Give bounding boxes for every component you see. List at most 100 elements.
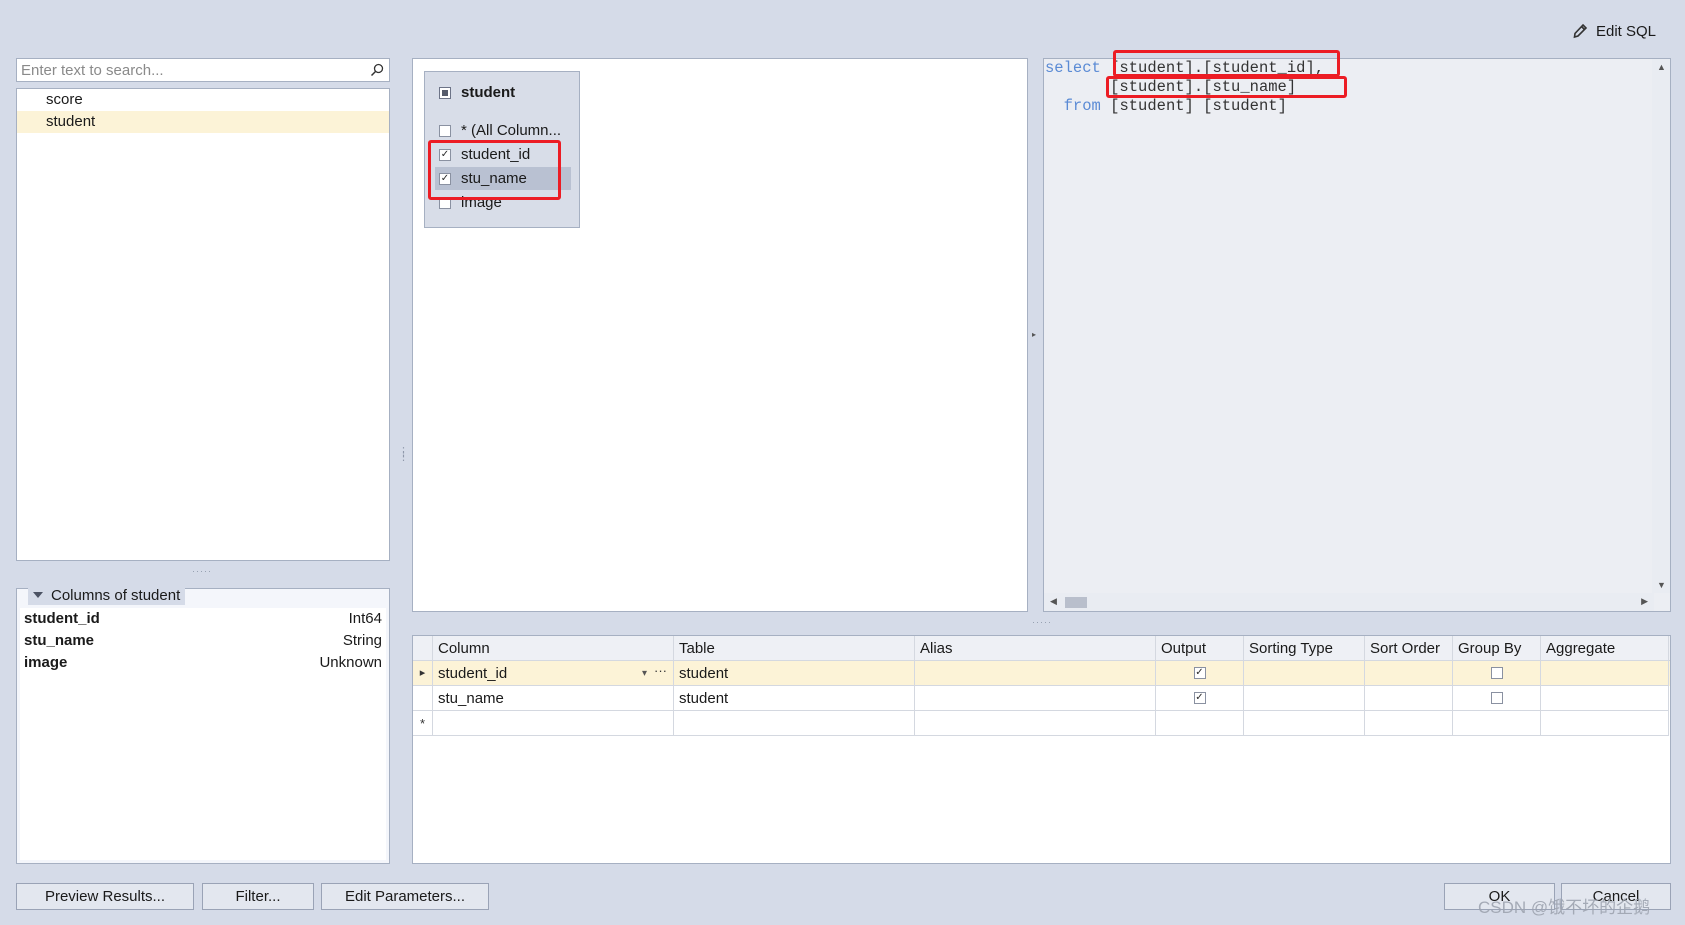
columns-grid: Column Table Alias Output Sorting Type S… xyxy=(412,635,1671,864)
output-checkbox[interactable]: ✓ xyxy=(1193,667,1206,679)
grid-cell-sorting-type[interactable] xyxy=(1244,686,1365,711)
columns-group-title: Columns of student xyxy=(51,586,181,604)
table-card-student[interactable]: student * (All Column... ✓ student_id ✓ … xyxy=(424,71,580,228)
edit-sql-link[interactable]: Edit SQL xyxy=(1572,20,1656,42)
table-list-item-student[interactable]: student xyxy=(17,111,389,133)
sql-text[interactable]: select [student].[student_id], [student]… xyxy=(1045,59,1324,116)
search-box[interactable] xyxy=(16,58,390,82)
grid-header-cell[interactable]: Table xyxy=(674,636,915,661)
scroll-thumb[interactable] xyxy=(1065,597,1087,608)
table-row[interactable]: stu_name student ✓ xyxy=(413,686,1670,711)
grid-cell-sort-order[interactable] xyxy=(1365,711,1453,736)
grid-cell-group-by[interactable] xyxy=(1453,686,1541,711)
column-row[interactable]: student_id Int64 xyxy=(20,608,386,630)
grid-cell-output[interactable]: ✓ xyxy=(1156,661,1244,686)
field-checkbox[interactable] xyxy=(439,196,451,209)
grid-cell-output[interactable]: ✓ xyxy=(1156,686,1244,711)
grid-header-row: Column Table Alias Output Sorting Type S… xyxy=(413,636,1670,661)
columns-list: student_id Int64 stu_name String image U… xyxy=(20,608,386,860)
grid-header-cell[interactable]: Column xyxy=(433,636,674,661)
row-indicator: ▸ xyxy=(413,661,433,686)
column-name: stu_name xyxy=(24,632,95,649)
grid-cell-column[interactable] xyxy=(433,711,674,736)
collapse-arrow-icon[interactable]: ▸ xyxy=(1032,330,1036,339)
horizontal-splitter-grip[interactable]: ····· xyxy=(192,566,212,576)
grid-header-cell[interactable]: Aggregate xyxy=(1541,636,1669,661)
ellipsis-button[interactable]: ··· xyxy=(654,661,667,683)
field-row-student-id[interactable]: ✓ student_id xyxy=(435,143,571,166)
sql-text-pane[interactable]: select [student].[student_id], [student]… xyxy=(1043,58,1671,612)
output-checkbox[interactable]: ✓ xyxy=(1193,692,1206,704)
row-indicator-header xyxy=(413,636,433,661)
grid-cell-table[interactable]: student xyxy=(674,661,915,686)
group-by-checkbox[interactable] xyxy=(1490,667,1503,679)
field-checkbox[interactable]: ✓ xyxy=(439,172,451,185)
sql-horizontal-scrollbar[interactable]: ◀ ▶ xyxy=(1044,593,1654,611)
field-checkbox[interactable]: ✓ xyxy=(439,148,451,161)
grid-cell-output[interactable] xyxy=(1156,711,1244,736)
field-checkbox[interactable] xyxy=(439,124,451,137)
grid-cell-sorting-type[interactable] xyxy=(1244,711,1365,736)
search-input[interactable] xyxy=(17,59,357,81)
grid-cell-sorting-type[interactable] xyxy=(1244,661,1365,686)
column-row[interactable]: image Unknown xyxy=(20,652,386,674)
grid-cell-alias[interactable] xyxy=(915,711,1156,736)
pencil-icon xyxy=(1573,23,1588,39)
grid-header-cell[interactable]: Sorting Type xyxy=(1244,636,1365,661)
row-indicator xyxy=(413,686,433,711)
dropdown-icon[interactable]: ▾ xyxy=(642,661,647,685)
cell-text: student_id xyxy=(438,665,508,682)
table-card-header[interactable]: student xyxy=(439,84,515,101)
grid-cell-alias[interactable] xyxy=(915,661,1156,686)
grid-cell-alias[interactable] xyxy=(915,686,1156,711)
field-label: * (All Column... xyxy=(461,122,562,139)
grid-cell-aggregate[interactable] xyxy=(1541,661,1669,686)
table-row[interactable]: ▸ student_id ▾ ··· student ✓ xyxy=(413,661,1670,686)
search-icon[interactable] xyxy=(369,62,385,78)
grid-header-cell[interactable]: Sort Order xyxy=(1365,636,1453,661)
grid-cell-group-by[interactable] xyxy=(1453,711,1541,736)
grid-cell-aggregate[interactable] xyxy=(1541,686,1669,711)
column-type: Int64 xyxy=(348,610,382,627)
columns-group-header[interactable]: Columns of student xyxy=(28,585,186,605)
horizontal-splitter-grip[interactable]: ····· xyxy=(1032,617,1052,627)
scroll-left-icon[interactable]: ◀ xyxy=(1050,596,1057,607)
grid-cell-aggregate[interactable] xyxy=(1541,711,1669,736)
new-row-indicator: * xyxy=(413,711,433,736)
grid-header-cell[interactable]: Alias xyxy=(915,636,1156,661)
sql-comma: , xyxy=(1314,59,1325,77)
grid-cell-table[interactable]: student xyxy=(674,686,915,711)
field-row-stu-name[interactable]: ✓ stu_name xyxy=(435,167,571,190)
grid-cell-sort-order[interactable] xyxy=(1365,686,1453,711)
field-row-all-columns[interactable]: * (All Column... xyxy=(435,119,571,142)
grid-cell-table[interactable] xyxy=(674,711,915,736)
grid-cell-group-by[interactable] xyxy=(1453,661,1541,686)
sql-field-2: [student].[stu_name] xyxy=(1110,78,1297,96)
grid-cell-sort-order[interactable] xyxy=(1365,661,1453,686)
edit-parameters-button[interactable]: Edit Parameters... xyxy=(321,883,489,910)
field-label: student_id xyxy=(461,146,531,163)
grid-cell-column[interactable]: stu_name xyxy=(433,686,674,711)
grid-header-cell[interactable]: Output xyxy=(1156,636,1244,661)
sql-keyword-from: from xyxy=(1063,97,1101,115)
sql-vertical-scrollbar[interactable]: ▲ ▼ xyxy=(1652,59,1670,593)
scroll-right-icon[interactable]: ▶ xyxy=(1641,596,1648,607)
table-row-new[interactable]: * xyxy=(413,711,1670,736)
collapse-chevron-icon[interactable] xyxy=(33,592,43,598)
scroll-up-icon[interactable]: ▲ xyxy=(1657,62,1666,72)
group-by-checkbox[interactable] xyxy=(1490,692,1503,704)
edit-sql-label: Edit SQL xyxy=(1596,22,1657,40)
scroll-down-icon[interactable]: ▼ xyxy=(1657,580,1666,590)
grid-header-cell[interactable]: Group By xyxy=(1453,636,1541,661)
select-all-checkbox[interactable] xyxy=(439,86,451,99)
column-type: String xyxy=(342,632,382,649)
vertical-splitter-grip[interactable]: ⋮ ⋮ xyxy=(398,447,409,463)
filter-button[interactable]: Filter... xyxy=(202,883,314,910)
table-list-item-score[interactable]: score xyxy=(17,89,389,111)
field-row-image[interactable]: image xyxy=(435,191,571,214)
watermark: CSDN @饿不坏的企鹅 xyxy=(1478,898,1651,917)
sql-keyword-select: select xyxy=(1045,59,1101,77)
column-row[interactable]: stu_name String xyxy=(20,630,386,652)
grid-cell-column[interactable]: student_id ▾ ··· xyxy=(433,661,674,686)
preview-results-button[interactable]: Preview Results... xyxy=(16,883,194,910)
